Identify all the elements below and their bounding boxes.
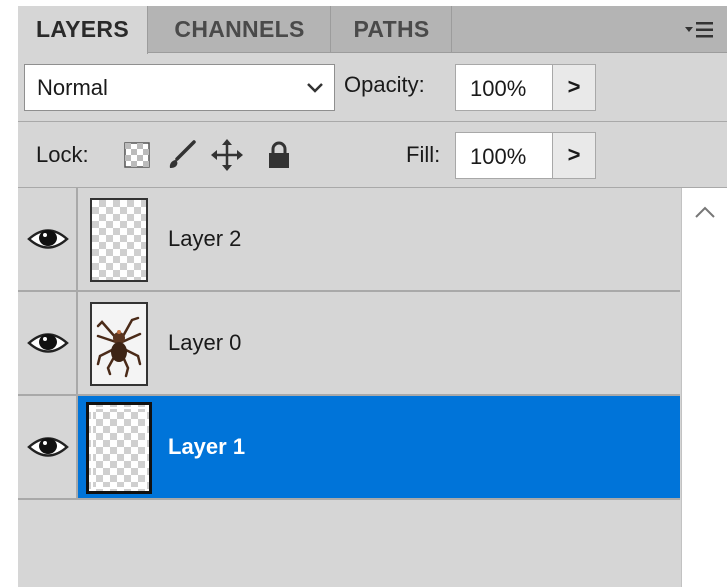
- lock-all-icon[interactable]: [262, 138, 296, 172]
- layer-name[interactable]: Layer 2: [168, 188, 241, 290]
- layer-row-layer-0[interactable]: Layer 0: [18, 292, 680, 396]
- layers-panel: LAYERS CHANNELS PATHS Normal Opacity: 10…: [18, 0, 727, 587]
- chevron-up-icon[interactable]: [690, 198, 720, 228]
- panel-tab-bar: LAYERS CHANNELS PATHS: [18, 6, 727, 54]
- fill-input[interactable]: 100%: [455, 132, 553, 179]
- opacity-input[interactable]: 100%: [455, 64, 553, 111]
- blend-mode-select[interactable]: Normal: [24, 64, 335, 111]
- fill-slider-button[interactable]: >: [552, 132, 596, 179]
- blend-mode-value: Normal: [37, 75, 108, 100]
- fill-label: Fill:: [406, 142, 441, 167]
- layer-row-layer-1[interactable]: Layer 1: [18, 396, 680, 500]
- visibility-toggle[interactable]: [18, 396, 78, 498]
- layer-list-scrollbar[interactable]: [681, 188, 727, 587]
- lock-label: Lock:: [36, 142, 89, 167]
- lock-image-pixels-icon[interactable]: [164, 138, 198, 172]
- tab-channels[interactable]: CHANNELS: [149, 6, 331, 53]
- visibility-toggle[interactable]: [18, 292, 78, 394]
- visibility-toggle[interactable]: [18, 188, 78, 290]
- opacity-slider-button[interactable]: >: [552, 64, 596, 111]
- layer-row-layer-2[interactable]: Layer 2: [18, 188, 680, 292]
- layer-thumbnail: [90, 302, 148, 386]
- tab-paths[interactable]: PATHS: [332, 6, 452, 53]
- divider: [18, 121, 727, 122]
- opacity-label: Opacity:: [344, 72, 425, 97]
- tab-layers[interactable]: LAYERS: [18, 6, 148, 54]
- eye-icon: [27, 229, 69, 249]
- lock-transparent-pixels-icon[interactable]: [120, 138, 154, 172]
- lock-position-icon[interactable]: [210, 138, 244, 172]
- eye-icon: [27, 437, 69, 457]
- chevron-down-icon: [307, 83, 323, 93]
- spider-icon: [96, 316, 142, 378]
- layer-thumbnail: [86, 402, 152, 494]
- layer-name[interactable]: Layer 0: [168, 292, 241, 394]
- layer-list: Layer 2 Layer 0 Layer 1: [18, 188, 727, 587]
- layer-name[interactable]: Layer 1: [168, 396, 245, 498]
- eye-icon: [27, 333, 69, 353]
- panel-menu-icon[interactable]: [685, 20, 715, 40]
- layer-thumbnail: [90, 198, 148, 282]
